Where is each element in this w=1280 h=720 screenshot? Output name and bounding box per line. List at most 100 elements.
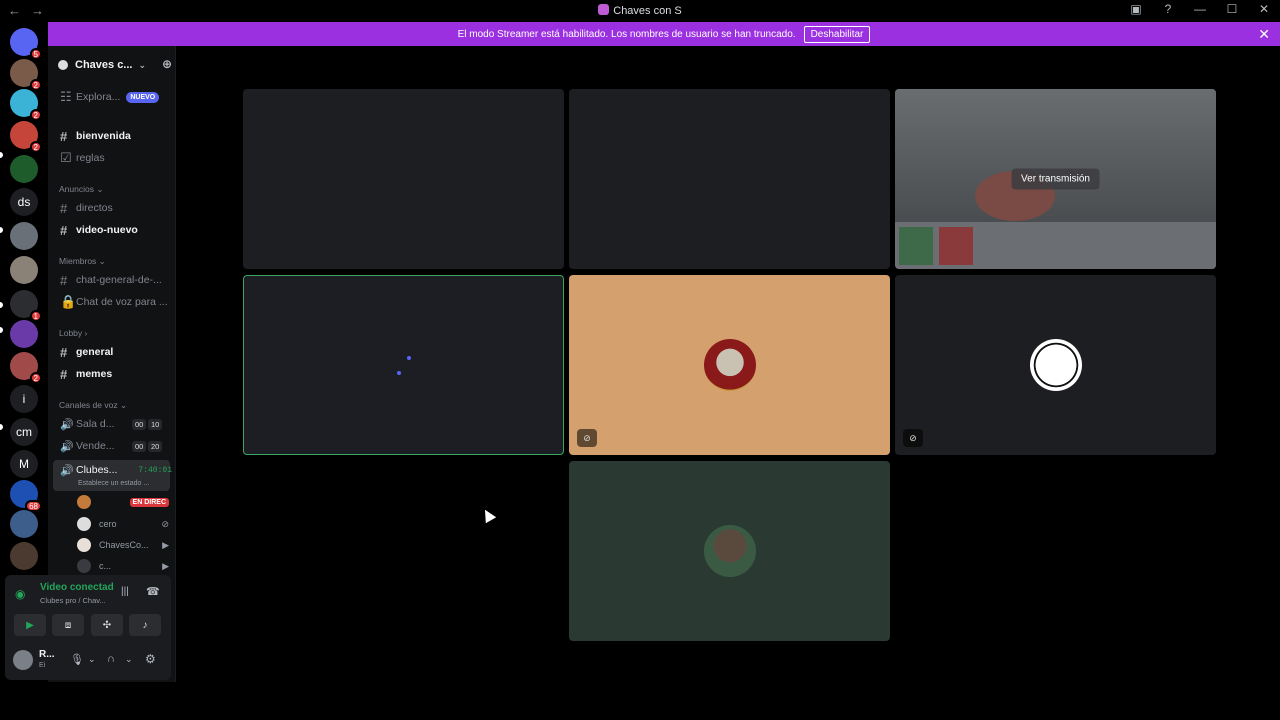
stream-tile[interactable]: Ver transmisión bbox=[895, 89, 1216, 269]
connection-icon: ◉ bbox=[15, 587, 26, 601]
server-icon[interactable]: 2 bbox=[10, 89, 42, 121]
maximize-button[interactable]: ☐ bbox=[1224, 2, 1240, 16]
video-tile[interactable] bbox=[569, 89, 890, 269]
unread-indicator bbox=[0, 227, 3, 233]
server-label: M bbox=[19, 457, 29, 471]
category-voice[interactable]: Canales de voz ⌄ bbox=[59, 400, 127, 411]
server-icon[interactable] bbox=[10, 542, 38, 570]
window-title: Chaves con S bbox=[0, 4, 1280, 17]
minimize-button[interactable]: — bbox=[1192, 2, 1208, 16]
screen-share-button[interactable]: ⧈ bbox=[52, 614, 84, 636]
channel-item[interactable]: # bienvenida bbox=[60, 127, 172, 145]
channel-item[interactable]: ☑ reglas bbox=[60, 149, 172, 167]
watch-stream-button[interactable]: Ver transmisión bbox=[1011, 168, 1100, 190]
inbox-icon[interactable]: ▣ bbox=[1128, 2, 1144, 16]
loading-dot bbox=[407, 356, 411, 360]
voice-user[interactable]: c... ▶ bbox=[77, 558, 169, 574]
mention-badge: 1 bbox=[29, 310, 42, 322]
video-tile[interactable]: ⊘ bbox=[895, 275, 1216, 455]
mouse-cursor bbox=[479, 506, 497, 524]
window-controls: ▣ ? — ☐ ✕ bbox=[1128, 2, 1272, 16]
active-voice-channel-row[interactable]: 🔊 Clubes... 7:40:01 bbox=[60, 461, 172, 479]
hash-icon: # bbox=[60, 128, 68, 144]
channel-item[interactable]: # general bbox=[60, 343, 172, 361]
server-icon[interactable]: 2 bbox=[10, 121, 42, 153]
server-icon[interactable]: 2 bbox=[10, 59, 42, 91]
server-icon[interactable] bbox=[10, 222, 38, 250]
server-label: i bbox=[22, 392, 26, 406]
live-badge: EN DIREC bbox=[129, 497, 169, 507]
user-limit: 10 bbox=[148, 419, 163, 430]
banner-close-icon[interactable]: ✕ bbox=[1258, 26, 1270, 43]
disable-button[interactable]: Deshabilitar bbox=[803, 25, 871, 43]
noise-suppression-icon[interactable]: ||| bbox=[121, 586, 129, 597]
window-title-text: Chaves con S bbox=[613, 5, 682, 17]
muted-mic-icon: ⊘ bbox=[161, 518, 169, 529]
channel-item[interactable]: # memes bbox=[60, 365, 172, 383]
category-anuncios[interactable]: Anuncios ⌄ bbox=[59, 184, 103, 195]
category-label: Canales de voz bbox=[59, 400, 118, 410]
microphone-icon[interactable]: 🎙 bbox=[70, 653, 84, 666]
channel-item[interactable]: 🔒 Chat de voz para ... bbox=[60, 293, 172, 311]
channel-item[interactable]: # video-nuevo bbox=[60, 221, 172, 239]
mention-badge: 5 bbox=[29, 48, 42, 60]
explore-icon: ☷ bbox=[60, 89, 72, 104]
user-name[interactable]: R... bbox=[39, 649, 55, 660]
explore-item[interactable]: ☷ Explora... NUEVO bbox=[60, 88, 172, 106]
title-bar: ← → Chaves con S ▣ ? — ☐ ✕ bbox=[0, 0, 1280, 22]
unread-indicator bbox=[0, 327, 3, 333]
server-icon[interactable]: 68 bbox=[10, 480, 42, 512]
channel-item[interactable]: # chat-general-de-... bbox=[60, 271, 172, 289]
close-window-button[interactable]: ✕ bbox=[1256, 2, 1272, 16]
user-avatar[interactable] bbox=[13, 650, 33, 670]
chevron-down-icon[interactable]: ⌄ bbox=[88, 654, 96, 665]
server-icon[interactable]: cm bbox=[10, 418, 38, 446]
soundboard-button[interactable]: ♪ bbox=[129, 614, 161, 636]
screen-share-off-icon: ⊘ bbox=[577, 429, 597, 447]
server-icon[interactable] bbox=[10, 256, 38, 284]
channel-type-icon: 🔒 bbox=[60, 294, 77, 309]
server-icon[interactable] bbox=[10, 155, 38, 183]
category-label: Lobby bbox=[59, 328, 83, 338]
voice-user-name: ChavesCo... bbox=[99, 540, 149, 550]
video-tile-speaking[interactable] bbox=[243, 275, 564, 455]
channel-status[interactable]: Establece un estado ... bbox=[78, 480, 149, 487]
invite-icon[interactable]: ⊕ bbox=[162, 57, 172, 71]
screen-share-icon: ⧈ bbox=[64, 619, 72, 631]
channel-name: Chat de voz para ... bbox=[76, 296, 168, 308]
activities-button[interactable]: ✣ bbox=[91, 614, 123, 636]
category-miembros[interactable]: Miembros ⌄ bbox=[59, 256, 106, 267]
server-icon[interactable]: M bbox=[10, 450, 38, 478]
server-icon[interactable] bbox=[10, 510, 38, 538]
voice-status[interactable]: Video conectad bbox=[40, 582, 114, 593]
stream-preview-block bbox=[899, 227, 933, 265]
camera-icon: ▶ bbox=[26, 619, 34, 631]
camera-button[interactable]: ▶ bbox=[14, 614, 46, 636]
settings-gear-icon[interactable]: ⚙ bbox=[145, 652, 156, 666]
chevron-down-icon[interactable]: ⌄ bbox=[125, 654, 133, 665]
channel-name: Vende... bbox=[76, 440, 115, 452]
guild-header[interactable]: Chaves c... ⌄ ⊕ bbox=[58, 56, 172, 74]
help-icon[interactable]: ? bbox=[1160, 2, 1176, 16]
voice-user[interactable]: ChavesCo... ▶ bbox=[77, 537, 169, 553]
server-icon[interactable] bbox=[10, 320, 38, 348]
video-tile[interactable]: ⊘ bbox=[569, 275, 890, 455]
video-tile[interactable] bbox=[243, 89, 564, 269]
server-icon[interactable]: 1 bbox=[10, 290, 42, 322]
server-icon[interactable]: i bbox=[10, 385, 38, 413]
camera-icon: ▶ bbox=[162, 560, 169, 571]
voice-user[interactable]: EN DIREC bbox=[77, 494, 169, 510]
category-lobby[interactable]: Lobby › bbox=[59, 328, 87, 338]
server-icon[interactable]: 2 bbox=[10, 352, 42, 384]
disconnect-icon[interactable]: ☎ bbox=[146, 585, 160, 598]
headphones-icon[interactable]: ∩ bbox=[107, 653, 115, 665]
channel-name: directos bbox=[76, 202, 113, 214]
channel-item[interactable]: # directos bbox=[60, 199, 172, 217]
channel-name: reglas bbox=[76, 152, 105, 164]
server-icon[interactable]: ds bbox=[10, 188, 38, 216]
speaker-icon: 🔊 bbox=[60, 440, 74, 453]
video-tile[interactable] bbox=[569, 461, 890, 641]
server-icon[interactable]: 5 bbox=[10, 28, 42, 60]
voice-user[interactable]: cero ⊘ bbox=[77, 516, 169, 532]
voice-channel-path[interactable]: Clubes pro / Chav... bbox=[40, 596, 106, 605]
